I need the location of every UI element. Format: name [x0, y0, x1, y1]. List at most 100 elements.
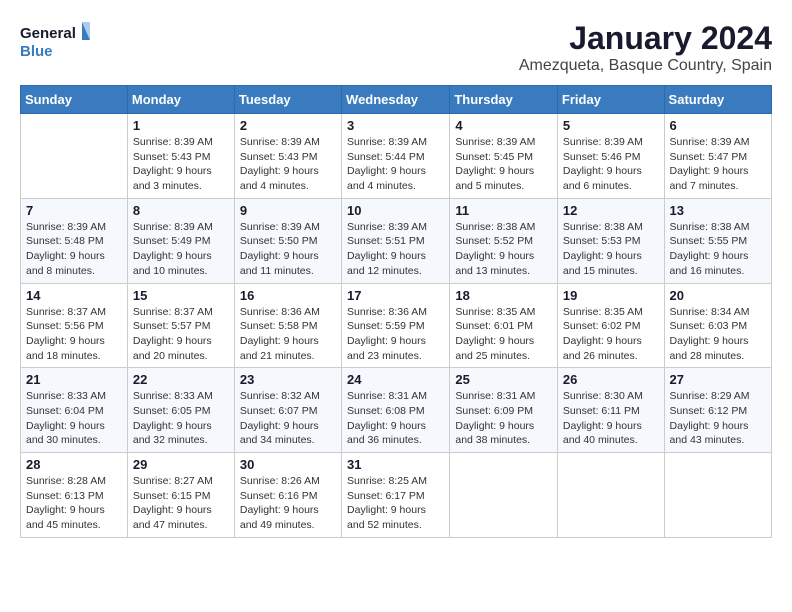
day-number: 13	[670, 203, 766, 218]
day-info: Sunrise: 8:33 AMSunset: 6:05 PMDaylight:…	[133, 390, 213, 446]
calendar-day-header: Tuesday	[234, 86, 341, 114]
calendar-cell: 11 Sunrise: 8:38 AMSunset: 5:52 PMDaylig…	[450, 198, 558, 283]
day-number: 15	[133, 288, 229, 303]
day-info: Sunrise: 8:39 AMSunset: 5:46 PMDaylight:…	[563, 136, 643, 192]
day-number: 29	[133, 457, 229, 472]
calendar-cell: 15 Sunrise: 8:37 AMSunset: 5:57 PMDaylig…	[127, 283, 234, 368]
day-info: Sunrise: 8:25 AMSunset: 6:17 PMDaylight:…	[347, 475, 427, 531]
calendar-cell: 1 Sunrise: 8:39 AMSunset: 5:43 PMDayligh…	[127, 114, 234, 199]
calendar-cell: 7 Sunrise: 8:39 AMSunset: 5:48 PMDayligh…	[21, 198, 128, 283]
day-info: Sunrise: 8:39 AMSunset: 5:51 PMDaylight:…	[347, 221, 427, 277]
day-info: Sunrise: 8:38 AMSunset: 5:52 PMDaylight:…	[455, 221, 535, 277]
day-number: 30	[240, 457, 336, 472]
day-number: 27	[670, 372, 766, 387]
day-info: Sunrise: 8:35 AMSunset: 6:02 PMDaylight:…	[563, 306, 643, 362]
day-number: 4	[455, 118, 552, 133]
day-info: Sunrise: 8:39 AMSunset: 5:49 PMDaylight:…	[133, 221, 213, 277]
svg-text:General: General	[20, 25, 76, 42]
calendar-cell: 12 Sunrise: 8:38 AMSunset: 5:53 PMDaylig…	[557, 198, 664, 283]
day-number: 6	[670, 118, 766, 133]
day-info: Sunrise: 8:34 AMSunset: 6:03 PMDaylight:…	[670, 306, 750, 362]
calendar-day-header: Sunday	[21, 86, 128, 114]
main-title: January 2024	[519, 20, 772, 57]
subtitle: Amezqueta, Basque Country, Spain	[519, 57, 772, 75]
day-info: Sunrise: 8:29 AMSunset: 6:12 PMDaylight:…	[670, 390, 750, 446]
calendar-day-header: Monday	[127, 86, 234, 114]
calendar-day-header: Thursday	[450, 86, 558, 114]
calendar-cell: 10 Sunrise: 8:39 AMSunset: 5:51 PMDaylig…	[342, 198, 450, 283]
day-info: Sunrise: 8:36 AMSunset: 5:59 PMDaylight:…	[347, 306, 427, 362]
day-number: 1	[133, 118, 229, 133]
day-info: Sunrise: 8:35 AMSunset: 6:01 PMDaylight:…	[455, 306, 535, 362]
calendar-cell: 31 Sunrise: 8:25 AMSunset: 6:17 PMDaylig…	[342, 453, 450, 538]
calendar-header-row: SundayMondayTuesdayWednesdayThursdayFrid…	[21, 86, 772, 114]
calendar-cell: 25 Sunrise: 8:31 AMSunset: 6:09 PMDaylig…	[450, 368, 558, 453]
day-number: 20	[670, 288, 766, 303]
calendar-week-row: 14 Sunrise: 8:37 AMSunset: 5:56 PMDaylig…	[21, 283, 772, 368]
logo-svg: General Blue	[20, 20, 90, 65]
calendar-cell: 17 Sunrise: 8:36 AMSunset: 5:59 PMDaylig…	[342, 283, 450, 368]
day-number: 21	[26, 372, 122, 387]
calendar-cell: 21 Sunrise: 8:33 AMSunset: 6:04 PMDaylig…	[21, 368, 128, 453]
calendar-cell: 29 Sunrise: 8:27 AMSunset: 6:15 PMDaylig…	[127, 453, 234, 538]
day-info: Sunrise: 8:26 AMSunset: 6:16 PMDaylight:…	[240, 475, 320, 531]
calendar-cell: 19 Sunrise: 8:35 AMSunset: 6:02 PMDaylig…	[557, 283, 664, 368]
day-info: Sunrise: 8:28 AMSunset: 6:13 PMDaylight:…	[26, 475, 106, 531]
day-info: Sunrise: 8:39 AMSunset: 5:50 PMDaylight:…	[240, 221, 320, 277]
calendar-table: SundayMondayTuesdayWednesdayThursdayFrid…	[20, 85, 772, 538]
day-number: 7	[26, 203, 122, 218]
calendar-cell	[21, 114, 128, 199]
svg-text:Blue: Blue	[20, 43, 53, 60]
calendar-week-row: 21 Sunrise: 8:33 AMSunset: 6:04 PMDaylig…	[21, 368, 772, 453]
day-number: 22	[133, 372, 229, 387]
day-number: 19	[563, 288, 659, 303]
day-number: 25	[455, 372, 552, 387]
day-info: Sunrise: 8:37 AMSunset: 5:57 PMDaylight:…	[133, 306, 213, 362]
day-number: 5	[563, 118, 659, 133]
day-number: 11	[455, 203, 552, 218]
day-info: Sunrise: 8:31 AMSunset: 6:08 PMDaylight:…	[347, 390, 427, 446]
calendar-cell: 8 Sunrise: 8:39 AMSunset: 5:49 PMDayligh…	[127, 198, 234, 283]
day-number: 3	[347, 118, 444, 133]
calendar-week-row: 7 Sunrise: 8:39 AMSunset: 5:48 PMDayligh…	[21, 198, 772, 283]
day-number: 8	[133, 203, 229, 218]
calendar-week-row: 1 Sunrise: 8:39 AMSunset: 5:43 PMDayligh…	[21, 114, 772, 199]
day-info: Sunrise: 8:39 AMSunset: 5:47 PMDaylight:…	[670, 136, 750, 192]
day-info: Sunrise: 8:39 AMSunset: 5:45 PMDaylight:…	[455, 136, 535, 192]
day-info: Sunrise: 8:36 AMSunset: 5:58 PMDaylight:…	[240, 306, 320, 362]
calendar-cell: 2 Sunrise: 8:39 AMSunset: 5:43 PMDayligh…	[234, 114, 341, 199]
calendar-cell: 18 Sunrise: 8:35 AMSunset: 6:01 PMDaylig…	[450, 283, 558, 368]
calendar-day-header: Wednesday	[342, 86, 450, 114]
day-number: 31	[347, 457, 444, 472]
day-info: Sunrise: 8:39 AMSunset: 5:48 PMDaylight:…	[26, 221, 106, 277]
day-number: 12	[563, 203, 659, 218]
calendar-cell: 14 Sunrise: 8:37 AMSunset: 5:56 PMDaylig…	[21, 283, 128, 368]
day-number: 10	[347, 203, 444, 218]
logo: General Blue	[20, 20, 90, 65]
day-info: Sunrise: 8:31 AMSunset: 6:09 PMDaylight:…	[455, 390, 535, 446]
day-number: 16	[240, 288, 336, 303]
calendar-cell: 5 Sunrise: 8:39 AMSunset: 5:46 PMDayligh…	[557, 114, 664, 199]
day-number: 18	[455, 288, 552, 303]
day-number: 24	[347, 372, 444, 387]
calendar-cell: 26 Sunrise: 8:30 AMSunset: 6:11 PMDaylig…	[557, 368, 664, 453]
calendar-cell: 30 Sunrise: 8:26 AMSunset: 6:16 PMDaylig…	[234, 453, 341, 538]
day-number: 9	[240, 203, 336, 218]
calendar-day-header: Friday	[557, 86, 664, 114]
day-info: Sunrise: 8:39 AMSunset: 5:43 PMDaylight:…	[240, 136, 320, 192]
day-number: 28	[26, 457, 122, 472]
day-info: Sunrise: 8:39 AMSunset: 5:43 PMDaylight:…	[133, 136, 213, 192]
day-info: Sunrise: 8:37 AMSunset: 5:56 PMDaylight:…	[26, 306, 106, 362]
calendar-cell: 16 Sunrise: 8:36 AMSunset: 5:58 PMDaylig…	[234, 283, 341, 368]
day-number: 23	[240, 372, 336, 387]
calendar-cell: 6 Sunrise: 8:39 AMSunset: 5:47 PMDayligh…	[664, 114, 771, 199]
calendar-cell: 13 Sunrise: 8:38 AMSunset: 5:55 PMDaylig…	[664, 198, 771, 283]
calendar-cell	[664, 453, 771, 538]
day-info: Sunrise: 8:38 AMSunset: 5:53 PMDaylight:…	[563, 221, 643, 277]
page-header: General Blue January 2024 Amezqueta, Bas…	[20, 20, 772, 75]
day-number: 17	[347, 288, 444, 303]
calendar-cell: 4 Sunrise: 8:39 AMSunset: 5:45 PMDayligh…	[450, 114, 558, 199]
calendar-cell: 22 Sunrise: 8:33 AMSunset: 6:05 PMDaylig…	[127, 368, 234, 453]
calendar-week-row: 28 Sunrise: 8:28 AMSunset: 6:13 PMDaylig…	[21, 453, 772, 538]
day-info: Sunrise: 8:33 AMSunset: 6:04 PMDaylight:…	[26, 390, 106, 446]
